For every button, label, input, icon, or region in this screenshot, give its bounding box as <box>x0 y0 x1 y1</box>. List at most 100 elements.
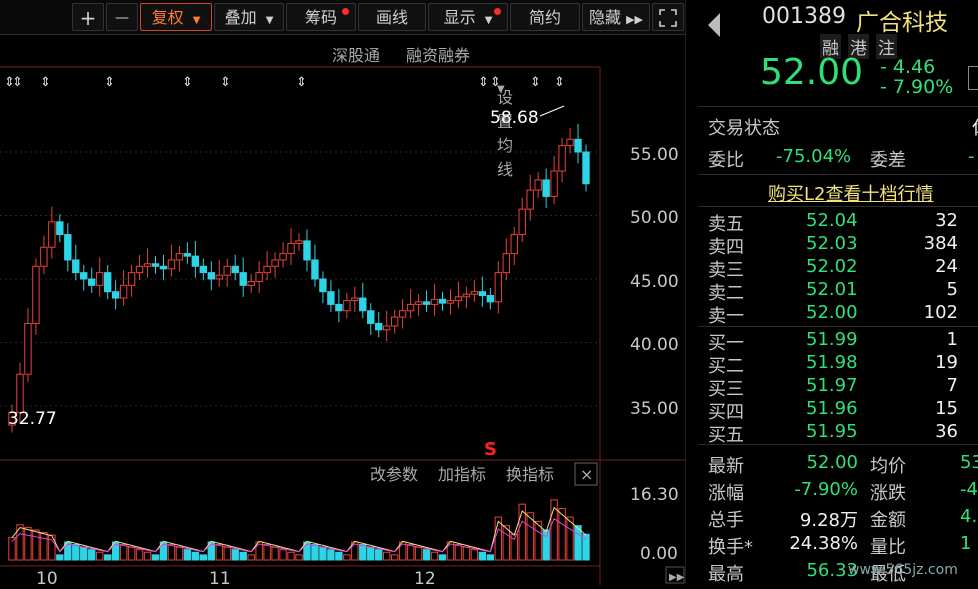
event-marker-icon[interactable]: ⇕ <box>220 75 231 90</box>
volume-bar <box>462 546 471 561</box>
stat-value: -4 <box>960 479 978 500</box>
volume-bar <box>311 544 319 561</box>
candle-body <box>367 310 375 324</box>
kline-chart: ⇕ ⇕ ⇕ ⇕ ⇕ ⇕ ⇕ ⇕ ⇕ ⇕ ⇕ 55.00 50.00 45.00 40.00 35.0… <box>0 0 696 589</box>
candle-body <box>311 259 319 280</box>
candle-body <box>95 272 104 286</box>
candle-body <box>438 298 447 304</box>
volume-bar <box>486 554 495 561</box>
candle-body <box>510 234 518 255</box>
volume-bar <box>287 551 295 561</box>
volume-bar <box>135 549 144 561</box>
volume-bar <box>215 544 223 561</box>
x-tick: 10 <box>36 569 58 585</box>
volume-bar <box>430 551 439 561</box>
stock-code: 001389 <box>762 4 846 29</box>
volume-bar <box>263 544 271 561</box>
weicha-value: - <box>968 146 975 167</box>
candle-body <box>582 151 590 185</box>
stat-label: 量比 <box>870 537 906 558</box>
volume-bar <box>319 546 327 561</box>
candle-body <box>255 272 263 283</box>
candle-body <box>518 208 526 236</box>
volume-bar <box>56 554 64 561</box>
event-marker-icon[interactable]: ⇕ <box>12 75 23 90</box>
candle-body <box>446 300 455 304</box>
candle-body <box>454 296 463 302</box>
candle-body <box>80 272 88 280</box>
candle-body <box>231 265 239 274</box>
candle-body <box>486 295 495 303</box>
sell-signal-marker: S <box>484 439 497 460</box>
event-marker-icon[interactable]: ⇕ <box>490 75 501 90</box>
event-marker-icon[interactable]: ⇕ <box>40 75 51 90</box>
candle-body <box>550 170 558 197</box>
last-price: 52.00 <box>760 52 864 93</box>
l2-purchase-link[interactable]: 购买L2查看十档行情 <box>768 180 933 206</box>
ask-price: 52.01 <box>806 279 858 300</box>
candle-body <box>103 272 112 293</box>
volume-bar <box>438 554 447 561</box>
volume-tick: 16.30 <box>630 485 679 505</box>
volume-bar <box>119 544 128 561</box>
price-tick: 50.00 <box>630 208 679 228</box>
candle-body <box>24 322 32 375</box>
candle-body <box>335 303 343 312</box>
candle-body <box>88 278 96 286</box>
volume-bar <box>175 546 184 561</box>
bid-volume: 1 <box>946 329 958 350</box>
candle-body <box>239 272 247 286</box>
back-arrow-icon[interactable] <box>706 12 722 38</box>
event-marker-icon[interactable]: ⇕ <box>296 75 307 90</box>
candle-body <box>422 301 431 305</box>
candle-body <box>430 298 439 305</box>
x-tick: 12 <box>414 569 436 585</box>
volume-bar <box>199 554 208 561</box>
ask-volume: 384 <box>923 233 958 254</box>
event-marker-icon[interactable]: ⇕ <box>530 75 541 90</box>
status-value: 休 <box>972 114 978 140</box>
volume-bar <box>279 549 287 561</box>
high-arrow-icon <box>539 105 565 117</box>
volume-bar <box>335 551 343 561</box>
candle-body <box>343 300 351 312</box>
stat-value: 4.9 <box>960 506 978 527</box>
bid-volume: 36 <box>935 421 958 442</box>
double-chevron-right-icon: ▶▶ <box>669 572 685 583</box>
huanzhibiao-button[interactable]: 换指标 <box>506 465 554 484</box>
bid-volume: 19 <box>935 352 958 373</box>
candle-body <box>279 253 287 261</box>
event-marker-icon[interactable]: ⇕ <box>478 75 489 90</box>
bid-price: 51.97 <box>806 375 858 396</box>
candle-body <box>319 278 327 293</box>
price-change: - 4.46 <box>880 56 936 78</box>
price-tick: 55.00 <box>630 145 679 165</box>
candle-body <box>48 221 56 248</box>
stat-value: 53 <box>960 452 978 473</box>
volume-bar <box>127 546 136 561</box>
candle-body <box>135 265 144 274</box>
candle-body <box>207 272 216 280</box>
high-price-label: 58.68 <box>490 108 539 128</box>
volume-bar <box>239 551 247 561</box>
volume-bar <box>478 551 487 561</box>
gaicanshu-button[interactable]: 改参数 <box>370 465 418 484</box>
price-tick: 35.00 <box>630 399 679 419</box>
volume-bar <box>231 549 239 561</box>
watermark: www.565jz.com <box>848 562 958 578</box>
event-marker-icon[interactable]: ⇕ <box>104 75 115 90</box>
candle-body <box>183 253 192 257</box>
volume-bar <box>48 534 56 561</box>
volume-bar <box>454 544 463 561</box>
candle-body <box>119 284 128 299</box>
volume-bar <box>422 549 431 561</box>
weibi-value: -75.04% <box>776 146 852 167</box>
event-marker-icon[interactable]: ⇕ <box>182 75 193 90</box>
candle-body <box>175 253 184 261</box>
event-marker-icon[interactable]: ⇕ <box>554 75 565 90</box>
jiazhibiao-button[interactable]: 加指标 <box>438 465 486 484</box>
volume-bar <box>72 544 80 561</box>
stat-label: 总手 <box>708 510 744 531</box>
volume-bar <box>247 554 255 561</box>
panel-expand-icon[interactable] <box>968 66 978 90</box>
